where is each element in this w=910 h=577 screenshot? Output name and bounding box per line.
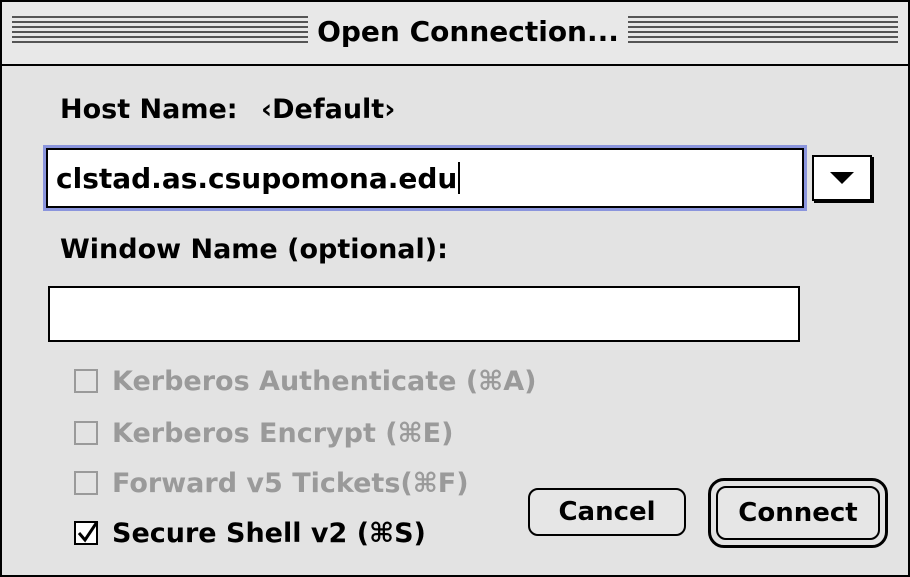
host-name-value-text: clstad.as.csupomona.edu [56, 161, 458, 195]
kerberos-encrypt-label: Kerberos Encrypt (⌘E) [112, 417, 454, 449]
kerberos-encrypt-checkbox[interactable] [74, 421, 98, 445]
forward-v5-tickets-checkbox-row[interactable]: Forward v5 Tickets(⌘F) [74, 466, 469, 500]
kerberos-authenticate-label: Kerberos Authenticate (⌘A) [112, 365, 537, 397]
open-connection-dialog: Open Connection... Host Name: ‹Default› … [0, 0, 910, 577]
window-name-label: Window Name (optional): [60, 234, 448, 265]
host-name-input[interactable]: clstad.as.csupomona.edu [46, 148, 804, 208]
window-name-input[interactable] [48, 286, 800, 342]
host-history-dropdown-button[interactable] [812, 155, 872, 201]
connect-button[interactable]: Connect [716, 486, 880, 540]
kerberos-authenticate-checkbox-row[interactable]: Kerberos Authenticate (⌘A) [74, 364, 536, 398]
host-name-label: Host Name: ‹Default› [60, 94, 395, 125]
secure-shell-v2-checkbox[interactable] [74, 521, 99, 545]
text-caret [458, 162, 461, 194]
title-bar-stripes-left [12, 16, 308, 46]
title-bar[interactable]: Open Connection... [2, 2, 908, 66]
kerberos-authenticate-checkbox[interactable] [74, 369, 98, 393]
host-name-input-value: clstad.as.csupomona.edu [56, 150, 461, 206]
secure-shell-v2-label: Secure Shell v2 (⌘S) [112, 517, 426, 549]
kerberos-encrypt-checkbox-row[interactable]: Kerberos Encrypt (⌘E) [74, 416, 453, 450]
checkmark-icon [77, 521, 99, 543]
secure-shell-v2-checkbox-row[interactable]: Secure Shell v2 (⌘S) [74, 516, 426, 550]
host-default-hint: ‹Default› [261, 94, 396, 125]
window-title: Open Connection... [308, 10, 628, 54]
forward-v5-tickets-label: Forward v5 Tickets(⌘F) [112, 467, 469, 499]
chevron-down-icon [830, 172, 854, 184]
cancel-button[interactable]: Cancel [528, 488, 686, 536]
host-name-label-text: Host Name: [60, 94, 238, 125]
forward-v5-tickets-checkbox[interactable] [74, 471, 98, 495]
title-bar-stripes-right [628, 16, 898, 46]
